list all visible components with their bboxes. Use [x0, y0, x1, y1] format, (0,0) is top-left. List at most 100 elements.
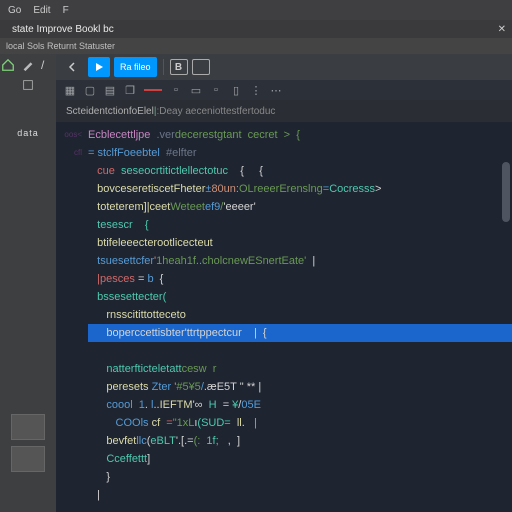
grid-icon[interactable]: ▦ — [64, 84, 76, 96]
location-path: local Sols Returnt Statuster — [6, 41, 115, 51]
code-content: bevfetllc(eBLT'.[.=(: 1f; , ] — [88, 432, 512, 450]
gutter — [62, 270, 88, 288]
code-line[interactable]: bssesettecter( — [56, 288, 512, 306]
overflow-icon[interactable]: ⋯ — [270, 84, 282, 96]
more-3-icon[interactable]: ▫ — [210, 84, 222, 96]
code-content: | — [88, 486, 512, 504]
gutter — [62, 450, 88, 468]
code-content: btifeleeecterootlicecteut — [88, 234, 512, 252]
code-content: tsuesettcfer'1heah1f..cholcnewESnertEate… — [88, 252, 512, 270]
code-line[interactable]: boperccettisbter'ttrtppectcur | { — [56, 324, 512, 342]
breadcrumb[interactable]: ScteidentctionfoElel |: Deay aeceniottes… — [56, 100, 512, 122]
code-line[interactable]: toteterem]|ceetWeteetef9/'eeeer' — [56, 198, 512, 216]
breadcrumb-arg: Deay aeceniottestfertoduc — [159, 106, 275, 117]
tab-close-icon[interactable]: ✕ — [498, 24, 506, 35]
gutter — [62, 486, 88, 504]
tab-strip: state Improve Bookl bc ✕ — [0, 20, 512, 38]
code-line[interactable]: btifeleeecterootlicecteut — [56, 234, 512, 252]
gutter — [62, 288, 88, 306]
code-line[interactable]: coool 1. l..IEFTM'∞ H = ¥/05E — [56, 396, 512, 414]
code-content: |pesces = b { — [88, 270, 512, 288]
code-content: Cceffettt] — [88, 450, 512, 468]
gutter — [62, 360, 88, 378]
menu-f[interactable]: F — [63, 5, 69, 16]
code-content — [88, 342, 512, 360]
code-line[interactable]: peresets Zter '#5¥5/.æE5T " ** | — [56, 378, 512, 396]
sidebar: / data — [0, 54, 56, 512]
pen-icon[interactable] — [21, 58, 35, 72]
gutter — [62, 198, 88, 216]
location-bar: local Sols Returnt Statuster — [0, 38, 512, 54]
menu-go[interactable]: Go — [8, 5, 21, 16]
square-icon[interactable]: ▢ — [84, 84, 96, 96]
code-line[interactable]: rnsscitittotteceto — [56, 306, 512, 324]
gutter — [62, 216, 88, 234]
menubar: Go Edit F — [0, 0, 512, 20]
gutter — [62, 378, 88, 396]
code-line[interactable]: cfl= stclfFoeebtel #elfter — [56, 144, 512, 162]
code-line[interactable]: natterfticteletattcesw r — [56, 360, 512, 378]
secondary-toolbar: ▦ ▢ ▤ ❐ ▫ ▭ ▫ ▯ ⋮ ⋯ — [56, 80, 512, 100]
gutter — [62, 468, 88, 486]
code-line[interactable]: tsuesettcfer'1heah1f..cholcnewESnertEate… — [56, 252, 512, 270]
code-content: natterfticteletattcesw r — [88, 360, 512, 378]
code-content: } — [88, 468, 512, 486]
code-content: rnsscitittotteceto — [88, 306, 512, 324]
code-content: = stclfFoeebtel #elfter — [88, 144, 512, 162]
scrollbar-thumb[interactable] — [502, 162, 510, 222]
back-button[interactable] — [62, 57, 84, 77]
code-content: coool 1. l..IEFTM'∞ H = ¥/05E — [88, 396, 512, 414]
code-content: cue seseocrtitictlellectotuc { { — [88, 162, 512, 180]
gutter — [62, 234, 88, 252]
code-content: bssesettecter( — [88, 288, 512, 306]
code-content: Ecblecettljpe .verdecerestgtant cecret >… — [88, 126, 512, 144]
code-content: boperccettisbter'ttrtppectcur | { — [88, 324, 512, 342]
more-1-icon[interactable]: ▫ — [170, 84, 182, 96]
gutter: oos< — [62, 126, 88, 144]
code-line[interactable] — [56, 342, 512, 360]
gutter — [62, 414, 88, 432]
copy-icon[interactable]: ❐ — [124, 84, 136, 96]
run-button[interactable]: Ra fileo — [114, 57, 157, 77]
gutter: cfl — [62, 144, 88, 162]
tool-box-icon[interactable] — [192, 59, 210, 75]
code-line[interactable]: oos<Ecblecettljpe .verdecerestgtant cecr… — [56, 126, 512, 144]
gutter — [62, 432, 88, 450]
breadcrumb-fn: ScteidentctionfoElel — [66, 106, 154, 117]
play-button[interactable] — [88, 57, 110, 77]
code-content: peresets Zter '#5¥5/.æE5T " ** | — [88, 378, 512, 396]
code-line[interactable]: cue seseocrtitictlellectotuc { { — [56, 162, 512, 180]
more-2-icon[interactable]: ▭ — [190, 84, 202, 96]
code-editor[interactable]: oos<Ecblecettljpe .verdecerestgtant cecr… — [56, 122, 512, 512]
scrollbar-vertical[interactable] — [502, 122, 510, 512]
code-line[interactable]: Cceffettt] — [56, 450, 512, 468]
editor-column: Ra fileo B ▦ ▢ ▤ ❐ ▫ ▭ ▫ ▯ ⋮ ⋯ Sc — [56, 54, 512, 512]
slash-icon[interactable]: / — [41, 58, 55, 72]
code-line[interactable]: |pesces = b { — [56, 270, 512, 288]
home-icon[interactable] — [1, 58, 15, 72]
toolbar: Ra fileo B — [56, 54, 512, 80]
code-content: bovceseretiscetFheter±80un:OLreeerErensl… — [88, 180, 512, 198]
code-content: tesescr { — [88, 216, 512, 234]
code-line[interactable]: COOls cf ="1xLı(SUD= ll. | — [56, 414, 512, 432]
gutter — [62, 162, 88, 180]
layers-icon[interactable]: ▤ — [104, 84, 116, 96]
sidebar-thumb-1[interactable] — [11, 414, 45, 440]
more-4-icon[interactable]: ▯ — [230, 84, 242, 96]
main-split: / data Ra fileo — [0, 54, 512, 512]
code-line[interactable]: | — [56, 486, 512, 504]
tab-active[interactable]: state Improve Bookl bc — [6, 24, 120, 35]
menu-edit[interactable]: Edit — [33, 5, 50, 16]
sidebar-thumb-2[interactable] — [11, 446, 45, 472]
gutter — [62, 324, 88, 342]
gutter — [62, 396, 88, 414]
toggle-icon[interactable] — [21, 78, 35, 92]
gutter — [62, 180, 88, 198]
code-line[interactable]: bovceseretiscetFheter±80un:OLreeerErensl… — [56, 180, 512, 198]
code-line[interactable]: bevfetllc(eBLT'.[.=(: 1f; , ] — [56, 432, 512, 450]
dots-icon[interactable]: ⋮ — [250, 84, 262, 96]
code-line[interactable]: } — [56, 468, 512, 486]
code-line[interactable]: tesescr { — [56, 216, 512, 234]
bold-button[interactable]: B — [170, 59, 188, 75]
toolbar-separator — [163, 59, 164, 75]
